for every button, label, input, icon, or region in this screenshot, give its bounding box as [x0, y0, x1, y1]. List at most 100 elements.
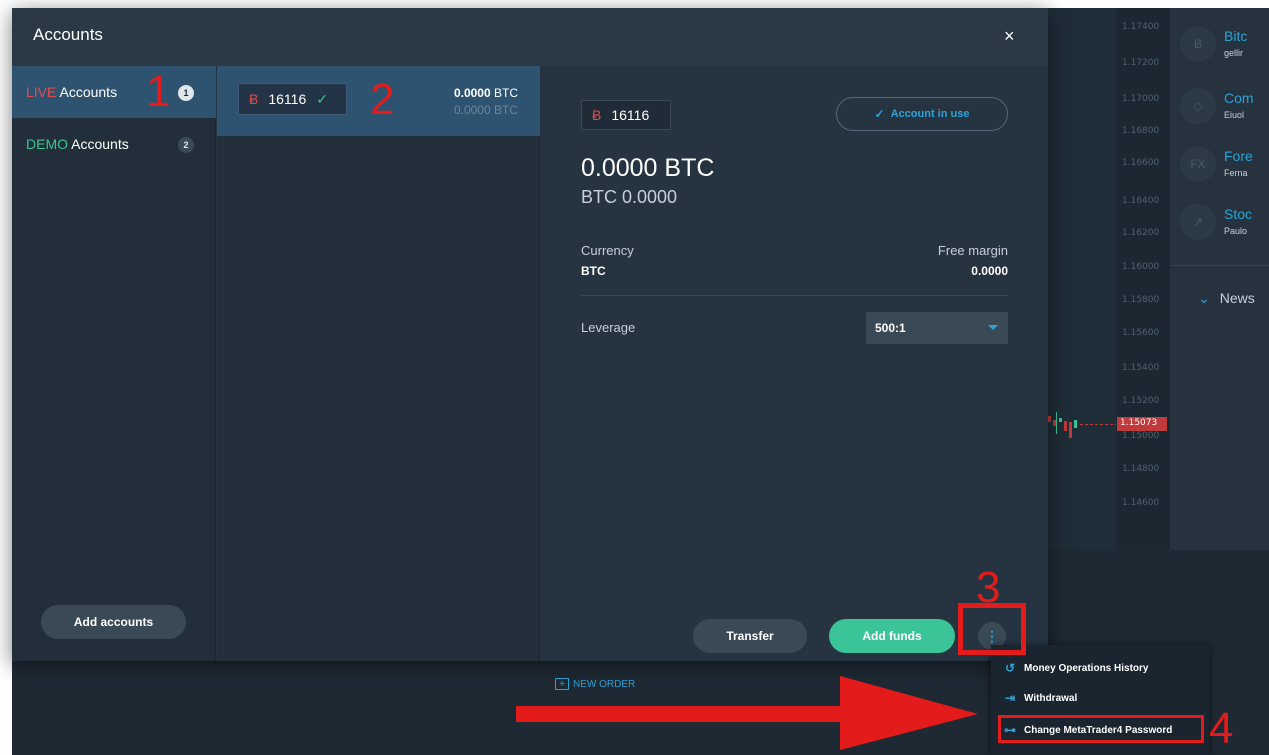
candle: [1064, 421, 1067, 431]
close-icon[interactable]: ×: [1004, 26, 1015, 47]
axis-tick: 1.14800: [1122, 464, 1160, 474]
candle-wick: [1056, 412, 1057, 434]
bitcoin-icon: Ƀ: [249, 91, 259, 107]
instrument-subtitle: gellir: [1224, 48, 1244, 58]
candle: [1074, 420, 1077, 428]
account-detail-panel: Ƀ 16116 ✓ Account in use 0.0000 BTC BTC …: [541, 66, 1048, 661]
transfer-button[interactable]: Transfer: [693, 619, 807, 653]
check-icon: ✓: [874, 107, 885, 121]
menu-item-label: Withdrawal: [1024, 692, 1078, 704]
tab-live-accounts[interactable]: LIVE Accounts 1: [12, 66, 216, 118]
account-in-use-badge: ✓ Account in use: [836, 97, 1008, 131]
menu-item-withdrawal[interactable]: ⇥ Withdrawal: [1002, 691, 1077, 705]
annotation-highlight-change-password: [998, 715, 1204, 743]
divider: [581, 295, 1008, 296]
free-margin-value: 0.0000: [971, 264, 1008, 278]
price-chart[interactable]: [1036, 8, 1116, 550]
candle: [1053, 420, 1056, 426]
axis-tick: 1.15800: [1122, 295, 1160, 305]
leverage-select[interactable]: 500:1: [866, 312, 1008, 344]
axis-tick: 1.16400: [1122, 196, 1160, 206]
check-icon: ✓: [316, 90, 328, 107]
news-toggle[interactable]: ⌄ News: [1198, 290, 1255, 307]
candle: [1048, 416, 1051, 422]
sub-balance: BTC 0.0000: [581, 187, 678, 207]
instrument-item-bitcoin[interactable]: Ƀ Bitc gellir: [1180, 26, 1269, 70]
annotation-number-1: 1: [146, 67, 171, 116]
account-secondary-balance: 0.0000 BTC: [453, 103, 518, 117]
instrument-title: Bitc: [1224, 28, 1248, 44]
axis-tick: 1.16200: [1122, 228, 1160, 238]
instrument-subtitle: Ferna: [1224, 168, 1248, 178]
diamond-icon: ◇: [1180, 88, 1216, 124]
main-balance: 0.0000 BTC: [581, 154, 715, 182]
axis-tick: 1.14600: [1122, 498, 1160, 508]
account-balance: 0.0000 BTC: [454, 86, 518, 100]
account-types-column: LIVE Accounts 1 DEMO Accounts 2 Add acco…: [12, 66, 216, 661]
price-axis: 1.17400 1.17200 1.17000 1.16800 1.16600 …: [1116, 8, 1170, 550]
axis-tick: 1.16800: [1122, 126, 1160, 136]
account-chip: Ƀ 16116 ✓: [238, 83, 347, 115]
instrument-title: Fore: [1224, 148, 1253, 164]
instrument-title: Com: [1224, 90, 1254, 106]
menu-item-money-operations-history[interactable]: ↺ Money Operations History: [1002, 661, 1149, 675]
detail-account-number: 16116: [611, 107, 650, 123]
annotation-arrow: [516, 676, 978, 750]
dropdown-arrow-icon: [988, 325, 998, 330]
axis-tick: 1.15000: [1122, 431, 1160, 441]
tab-label: LIVE Accounts: [26, 84, 117, 100]
currency-value: BTC: [581, 264, 606, 278]
annotation-number-2: 2: [370, 75, 395, 124]
free-margin-label: Free margin: [937, 243, 1008, 258]
tab-label-suffix: Accounts: [56, 84, 118, 100]
annotation-highlight-more-button: [958, 603, 1026, 655]
demo-prefix: DEMO: [26, 136, 68, 152]
leverage-label: Leverage: [581, 320, 636, 335]
in-use-label: Account in use: [890, 108, 970, 120]
leverage-value: 500:1: [875, 321, 906, 335]
axis-tick: 1.16600: [1122, 158, 1160, 168]
bitcoin-icon: Ƀ: [1180, 26, 1216, 62]
tab-label: DEMO Accounts: [26, 136, 129, 152]
add-accounts-button[interactable]: Add accounts: [41, 605, 186, 639]
candle: [1059, 418, 1062, 422]
trend-up-icon: ↗: [1180, 204, 1216, 240]
detail-account-chip: Ƀ 16116: [581, 100, 671, 130]
instrument-item-forex[interactable]: FX Fore Ferna: [1180, 146, 1269, 190]
modal-header: Accounts ×: [12, 8, 1048, 66]
instrument-item-stocks[interactable]: ↗ Stoc Paulo: [1180, 204, 1269, 248]
balance-currency: BTC: [490, 86, 518, 100]
axis-tick: 1.17000: [1122, 94, 1160, 104]
axis-tick: 1.15600: [1122, 328, 1160, 338]
withdrawal-icon: ⇥: [1004, 691, 1016, 705]
add-funds-button[interactable]: Add funds: [829, 619, 955, 653]
chevron-down-icon: ⌄: [1198, 290, 1210, 306]
instrument-subtitle: Paulo: [1224, 226, 1248, 236]
current-price-tag: 1.15073: [1117, 417, 1167, 431]
axis-tick: 1.16000: [1122, 262, 1160, 272]
instrument-subtitle: Eiuol: [1224, 110, 1245, 120]
axis-tick: 1.17200: [1122, 58, 1160, 68]
axis-tick: 1.15400: [1122, 363, 1160, 373]
balance-value: 0.0000: [453, 86, 491, 100]
current-price-line: [1080, 424, 1118, 425]
live-prefix: LIVE: [26, 84, 57, 100]
tab-demo-accounts[interactable]: DEMO Accounts 2: [12, 118, 216, 170]
news-label: News: [1219, 290, 1255, 306]
axis-tick: 1.17400: [1122, 22, 1160, 32]
fx-icon: FX: [1180, 146, 1216, 182]
accounts-list-column: Ƀ 16116 ✓ 0.0000 BTC 0.0000 BTC: [217, 66, 540, 661]
arrow-shape: [516, 676, 978, 750]
instrument-item-commodities[interactable]: ◇ Com Eiuol: [1180, 88, 1269, 132]
tab-label-suffix: Accounts: [68, 136, 129, 152]
live-count-badge: 1: [178, 85, 194, 101]
account-number: 16116: [268, 91, 307, 107]
instruments-panel: Ƀ Bitc gellir ◇ Com Eiuol FX Fore Ferna …: [1170, 8, 1269, 550]
demo-count-badge: 2: [178, 137, 194, 153]
candle: [1069, 422, 1072, 438]
instrument-title: Stoc: [1224, 206, 1253, 222]
history-icon: ↺: [1004, 661, 1016, 675]
modal-title: Accounts: [33, 25, 103, 44]
bitcoin-icon: Ƀ: [592, 107, 602, 123]
menu-item-label: Money Operations History: [1024, 662, 1149, 674]
